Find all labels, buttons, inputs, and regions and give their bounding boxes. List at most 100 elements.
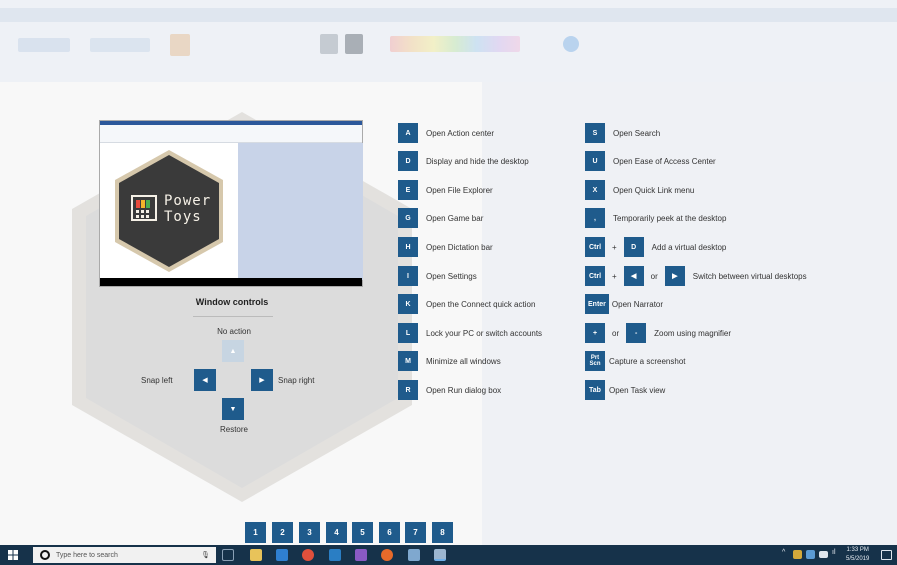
key-cap: Enter [585, 294, 609, 314]
key-cap: D [398, 151, 418, 171]
shortcut-label: Zoom using magnifier [654, 328, 732, 338]
shortcut-label: Minimize all windows [426, 356, 501, 366]
paint-icon[interactable] [434, 549, 446, 561]
windows-logo-icon[interactable] [8, 550, 18, 560]
key-cap: M [398, 351, 418, 371]
key-cap: D [623, 237, 644, 257]
shortcut-label: Open File Explorer [426, 185, 493, 195]
taskbar-number-badge: 1 [245, 522, 266, 543]
clock-time: 1:33 PM [846, 547, 869, 553]
shortcut-row: K Open the Connect quick action [398, 294, 535, 314]
shortcut-label: Add a virtual desktop [651, 242, 727, 252]
shortcut-row: H Open Dictation bar [398, 237, 493, 257]
shortcut-label: Open Game bar [426, 213, 484, 223]
powertoys-grid-icon [131, 195, 157, 221]
powertoys-logo: Power Toys [131, 184, 213, 232]
left-arrow-key: ◀ [194, 369, 216, 391]
shortcut-label: Switch between virtual desktops [692, 271, 807, 281]
chevron-up-icon: ▲ [229, 347, 237, 355]
preview-canvas-area [238, 143, 363, 280]
key-cap: U [585, 151, 605, 171]
shortcut-label: Open Ease of Access Center [613, 156, 716, 166]
key-cap: I [398, 266, 418, 286]
key-cap: ◀ [623, 266, 644, 286]
key-cap: E [398, 180, 418, 200]
battery-icon[interactable] [819, 551, 828, 558]
paint-title-bar [0, 8, 897, 22]
edit-colors-icon [563, 36, 579, 52]
shortcut-label: Lock your PC or switch accounts [426, 328, 543, 338]
shortcut-label: Open Run dialog box [426, 385, 502, 395]
key-cap: X [585, 180, 605, 200]
right-arrow-key: ▶ [251, 369, 273, 391]
no-action-label: No action [217, 327, 251, 336]
cortana-circle-icon [40, 550, 50, 560]
microphone-icon[interactable]: 🎙 [201, 551, 210, 559]
tray-app-icon[interactable] [806, 550, 815, 559]
taskbar-clock[interactable]: 1:33 PM 5/5/2019 [846, 546, 869, 564]
key-cap: K [398, 294, 418, 314]
color-palette [390, 36, 520, 52]
slack-icon[interactable] [355, 549, 367, 561]
tray-app-icon[interactable] [793, 550, 802, 559]
shortcut-label: Capture a screenshot [609, 356, 686, 366]
chevron-up-icon[interactable]: ^ [782, 549, 785, 556]
or-separator: or [612, 328, 620, 338]
firefox-icon[interactable] [381, 549, 393, 561]
shortcut-row: S Open Search [585, 123, 660, 143]
notification-icon[interactable] [881, 550, 892, 560]
shortcut-row: D Display and hide the desktop [398, 151, 529, 171]
shortcut-row: Prt Scn Capture a screenshot [585, 351, 686, 371]
shortcut-label: Temporarily peek at the desktop [613, 213, 727, 223]
taskbar-number-badge: 7 [405, 522, 426, 543]
task-view-icon[interactable] [222, 549, 234, 561]
snap-left-label: Snap left [141, 376, 173, 385]
plus-separator: + [612, 271, 617, 281]
shortcut-label: Open the Connect quick action [426, 299, 536, 309]
key-cap: ▶ [664, 266, 685, 286]
shortcut-row: Enter Open Narrator [585, 294, 663, 314]
key-cap: S [585, 123, 605, 143]
shortcut-row: , Temporarily peek at the desktop [585, 208, 726, 228]
key-cap: Ctrl [585, 237, 605, 257]
key-cap: Ctrl [585, 266, 605, 286]
taskbar-number-badge: 4 [326, 522, 347, 543]
paint-ribbon-background [0, 0, 897, 82]
key-cap: , [585, 208, 605, 228]
chrome-icon[interactable] [302, 549, 314, 561]
shortcut-row: X Open Quick Link menu [585, 180, 694, 200]
key-cap: Prt Scn [585, 351, 605, 371]
taskbar: Type here to search 🎙 ^ ıl 1:33 PM 5/5/2… [0, 545, 897, 565]
shortcut-row: R Open Run dialog box [398, 380, 501, 400]
shortcut-label: Open Settings [426, 271, 477, 281]
preview-statusbar [100, 278, 362, 286]
shortcut-row: + or - Zoom using magnifier [585, 323, 731, 343]
shortcut-row: Ctrl + D Add a virtual desktop [585, 237, 726, 257]
mail-icon[interactable] [276, 549, 288, 561]
ribbon-group [320, 34, 338, 54]
restore-label: Restore [219, 425, 248, 434]
taskbar-search-box[interactable]: Type here to search 🎙 [33, 547, 216, 563]
logo-word-toys: Toys [164, 209, 202, 225]
shortcut-label: Open Search [613, 128, 661, 138]
key-cap: L [398, 323, 418, 343]
shortcut-row: Ctrl + ◀ or ▶ Switch between virtual des… [585, 266, 807, 286]
shortcut-row: G Open Game bar [398, 208, 483, 228]
vscode-icon[interactable] [329, 549, 341, 561]
taskbar-number-badge: 6 [379, 522, 400, 543]
key-cap: A [398, 123, 418, 143]
shortcut-row: E Open File Explorer [398, 180, 493, 200]
shortcut-label: Open Dictation bar [426, 242, 493, 252]
wifi-icon[interactable]: ıl [832, 549, 836, 556]
logo-word-power: Power [164, 193, 212, 209]
notepad-icon[interactable] [408, 549, 420, 561]
file-explorer-icon[interactable] [250, 549, 262, 561]
shortcut-label: Display and hide the desktop [426, 156, 529, 166]
preview-titlebar [100, 121, 362, 125]
ribbon-group [345, 34, 363, 54]
shortcut-row: I Open Settings [398, 266, 477, 286]
taskbar-number-badge: 3 [299, 522, 320, 543]
key-cap: H [398, 237, 418, 257]
shortcut-label: Open Action center [426, 128, 495, 138]
shortcut-label: Open Task view [609, 385, 666, 395]
